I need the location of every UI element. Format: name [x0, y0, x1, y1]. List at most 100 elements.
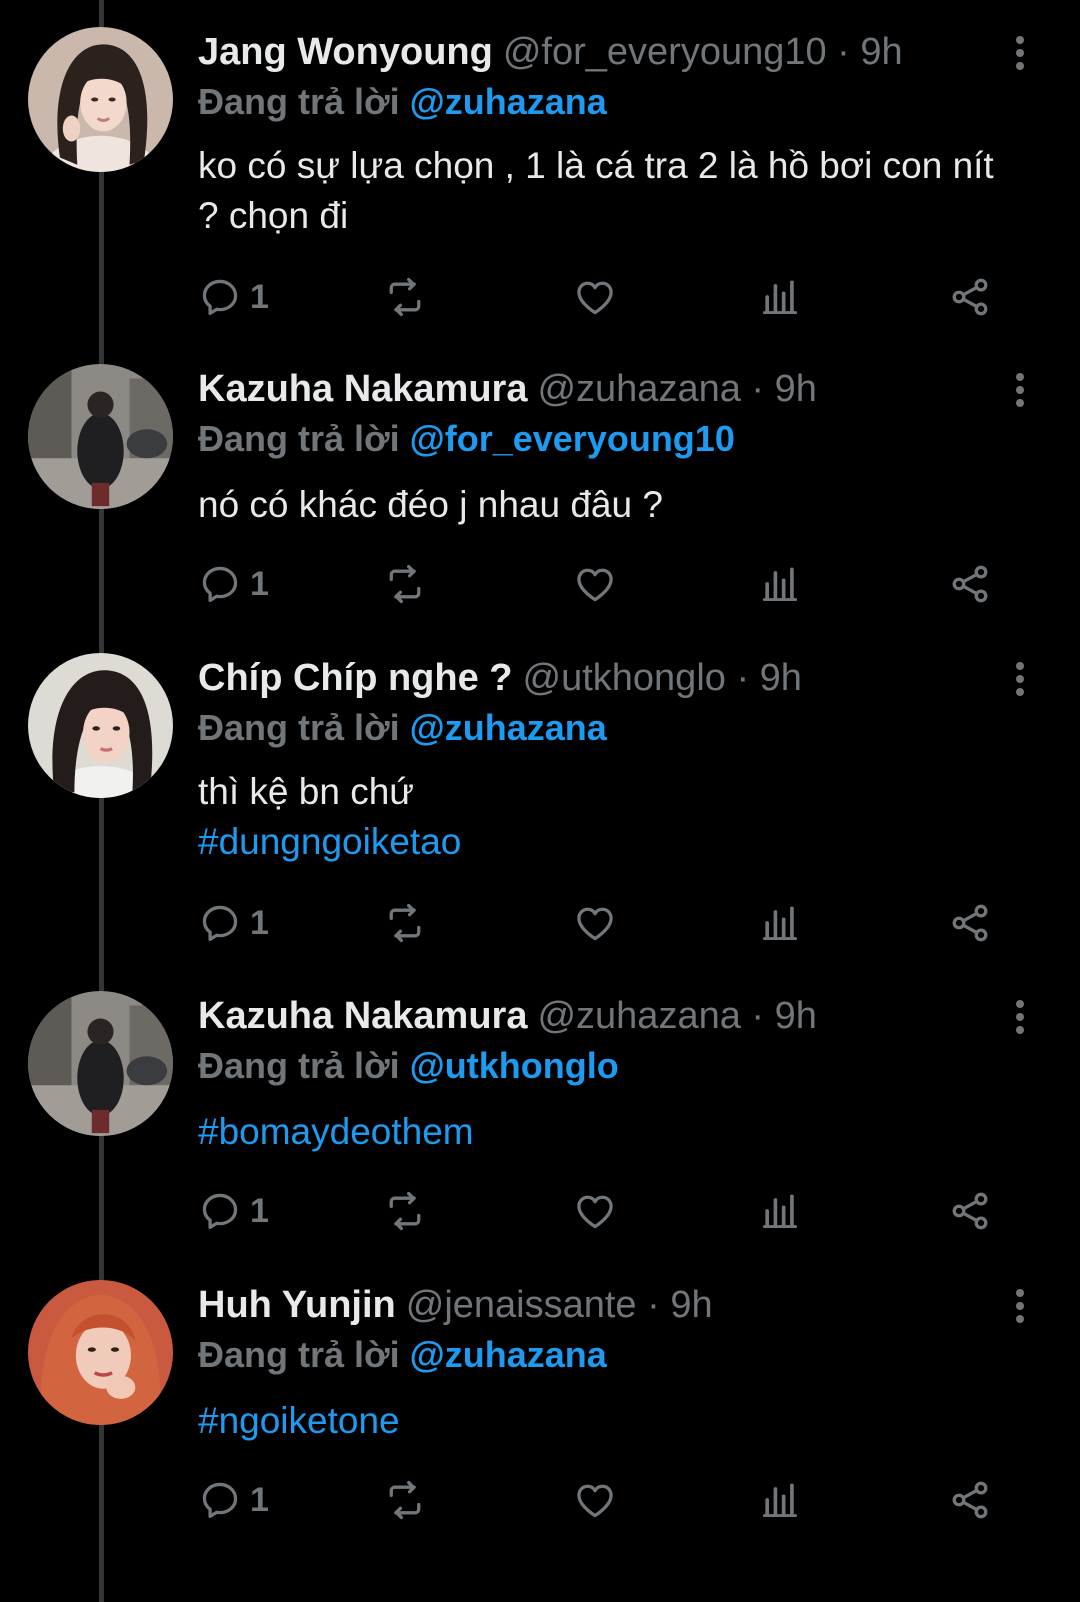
replying-to: Đang trả lời @zuhazana [198, 703, 607, 753]
retweet-icon [383, 1478, 427, 1522]
more-icon[interactable] [1005, 659, 1035, 699]
reply-icon [198, 1189, 242, 1233]
tweet-text: #ngoiketone [198, 1396, 998, 1446]
avatar-image [28, 364, 173, 509]
like-button[interactable] [573, 269, 617, 325]
tweet-text: thì kệ bn chứ #dungngoiketao [198, 767, 998, 867]
reply-count: 1 [250, 1191, 269, 1230]
tweet-text-content: nó có khác đéo j nhau đâu ? [198, 484, 663, 525]
replying-label: Đang trả lời [198, 81, 400, 122]
avatar-kazuha-nakamura[interactable] [28, 991, 173, 1136]
replying-to: Đang trả lời @zuhazana [198, 77, 607, 127]
replying-handle-link[interactable]: @for_everyoung10 [410, 418, 735, 459]
avatar-huh-yunjin[interactable] [28, 1280, 173, 1425]
handle-time[interactable]: @jenaissante · 9h [406, 1284, 713, 1326]
retweet-button[interactable] [383, 269, 427, 325]
hashtag-link[interactable]: #ngoiketone [198, 1396, 998, 1446]
action-bar: 1 [198, 1472, 1010, 1528]
like-button[interactable] [573, 556, 617, 612]
avatar-chip-chip-nghe[interactable] [28, 653, 173, 798]
views-icon [758, 562, 802, 606]
retweet-button[interactable] [383, 556, 427, 612]
hashtag-link[interactable]: #bomaydeothem [198, 1107, 998, 1157]
avatar-image [28, 1280, 173, 1425]
more-icon[interactable] [1005, 370, 1035, 410]
reply-count: 1 [250, 277, 269, 316]
share-button[interactable] [948, 1472, 992, 1528]
handle-time[interactable]: @utkhonglo · 9h [523, 657, 802, 699]
tweet-text: #bomaydeothem [198, 1107, 998, 1157]
tweet-header: Kazuha Nakamura @zuhazana · 9h [198, 991, 980, 1041]
like-button[interactable] [573, 895, 617, 951]
retweet-button[interactable] [383, 895, 427, 951]
share-button[interactable] [948, 1183, 992, 1239]
handle-time[interactable]: @for_everyoung10 · 9h [503, 31, 903, 73]
display-name[interactable]: Kazuha Nakamura [198, 995, 527, 1037]
like-icon [573, 1478, 617, 1522]
reply-button[interactable]: 1 [198, 1183, 269, 1239]
more-icon[interactable] [1005, 1286, 1035, 1326]
display-name[interactable]: Huh Yunjin [198, 1284, 396, 1326]
tweet-text-content: ko có sự lựa chọn , 1 là cá tra 2 là hồ … [198, 145, 994, 236]
tweet-header: Jang Wonyoung @for_everyoung10 · 9h [198, 27, 980, 77]
share-button[interactable] [948, 895, 992, 951]
action-bar: 1 [198, 1183, 1010, 1239]
tweet-header: Huh Yunjin @jenaissante · 9h [198, 1280, 980, 1330]
like-icon [573, 901, 617, 945]
avatar-image [28, 653, 173, 798]
avatar-image [28, 27, 173, 172]
display-name[interactable]: Kazuha Nakamura [198, 368, 527, 410]
action-bar: 1 [198, 269, 1010, 325]
retweet-icon [383, 562, 427, 606]
like-button[interactable] [573, 1472, 617, 1528]
reply-button[interactable]: 1 [198, 269, 269, 325]
reply-button[interactable]: 1 [198, 895, 269, 951]
replying-to: Đang trả lời @utkhonglo [198, 1041, 619, 1091]
retweet-button[interactable] [383, 1472, 427, 1528]
handle-time[interactable]: @zuhazana · 9h [537, 995, 816, 1037]
retweet-button[interactable] [383, 1183, 427, 1239]
like-icon [573, 562, 617, 606]
share-button[interactable] [948, 269, 992, 325]
avatar-image [28, 991, 173, 1136]
retweet-icon [383, 1189, 427, 1233]
avatar-jang-wonyoung[interactable] [28, 27, 173, 172]
tweet-text-content: thì kệ bn chứ [198, 771, 415, 812]
like-button[interactable] [573, 1183, 617, 1239]
display-name[interactable]: Chíp Chíp nghe ? [198, 657, 513, 699]
views-icon [758, 275, 802, 319]
hashtag-link[interactable]: #dungngoiketao [198, 817, 998, 867]
replying-handle-link[interactable]: @zuhazana [410, 1334, 607, 1375]
retweet-icon [383, 275, 427, 319]
views-icon [758, 1478, 802, 1522]
replying-handle-link[interactable]: @zuhazana [410, 707, 607, 748]
replying-to: Đang trả lời @zuhazana [198, 1330, 607, 1380]
replying-label: Đang trả lời [198, 1334, 400, 1375]
replying-handle-link[interactable]: @zuhazana [410, 81, 607, 122]
tweet-header: Chíp Chíp nghe ? @utkhonglo · 9h [198, 653, 980, 703]
views-button[interactable] [758, 1472, 802, 1528]
reply-count: 1 [250, 903, 269, 942]
reply-button[interactable]: 1 [198, 1472, 269, 1528]
views-icon [758, 901, 802, 945]
views-button[interactable] [758, 895, 802, 951]
reply-icon [198, 562, 242, 606]
display-name[interactable]: Jang Wonyoung [198, 31, 493, 73]
views-button[interactable] [758, 556, 802, 612]
avatar-kazuha-nakamura[interactable] [28, 364, 173, 509]
share-icon [948, 562, 992, 606]
tweet-text: ko có sự lựa chọn , 1 là cá tra 2 là hồ … [198, 141, 998, 241]
share-icon [948, 1478, 992, 1522]
handle-time[interactable]: @zuhazana · 9h [537, 368, 816, 410]
share-button[interactable] [948, 556, 992, 612]
reply-icon [198, 275, 242, 319]
replying-handle-link[interactable]: @utkhonglo [410, 1045, 619, 1086]
views-button[interactable] [758, 269, 802, 325]
more-icon[interactable] [1005, 997, 1035, 1037]
views-button[interactable] [758, 1183, 802, 1239]
reply-button[interactable]: 1 [198, 556, 269, 612]
share-icon [948, 275, 992, 319]
reply-icon [198, 1478, 242, 1522]
tweet-text: nó có khác đéo j nhau đâu ? [198, 480, 998, 530]
more-icon[interactable] [1005, 33, 1035, 73]
